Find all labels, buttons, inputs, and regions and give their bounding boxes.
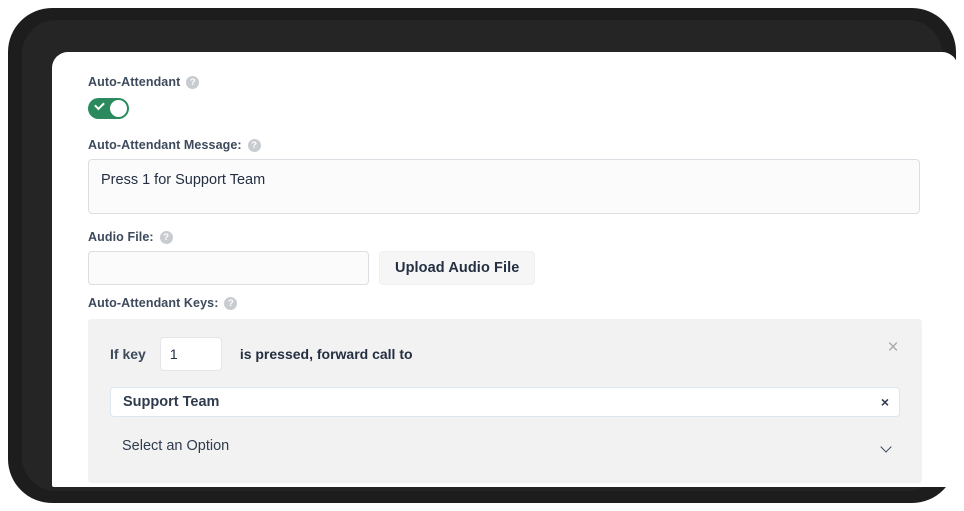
- if-key-label: If key: [110, 346, 146, 362]
- audio-file-input[interactable]: [88, 251, 369, 285]
- check-icon: [94, 99, 105, 111]
- clear-selection-icon[interactable]: ×: [881, 395, 889, 409]
- secondary-option-placeholder: Select an Option: [122, 438, 230, 454]
- forward-destination-value: Support Team: [123, 394, 220, 410]
- auto-attendant-message-label-text: Auto-Attendant Message:: [88, 138, 242, 152]
- audio-file-label: Audio File: ?: [88, 229, 926, 245]
- audio-file-row: Upload Audio File: [88, 251, 926, 285]
- help-icon[interactable]: ?: [224, 296, 238, 310]
- help-icon[interactable]: ?: [159, 230, 173, 244]
- device-bezel-inner: Auto-Attendant ? Auto-Attendant Message:…: [22, 20, 958, 491]
- settings-card: Auto-Attendant ? Auto-Attendant Message:…: [52, 52, 958, 487]
- auto-attendant-message-label: Auto-Attendant Message: ?: [88, 137, 926, 153]
- auto-attendant-toggle[interactable]: [88, 98, 129, 119]
- auto-attendant-label-text: Auto-Attendant: [88, 75, 181, 89]
- help-icon[interactable]: ?: [247, 138, 261, 152]
- auto-attendant-message-input[interactable]: [88, 159, 920, 214]
- auto-attendant-toggle-row: [88, 98, 926, 119]
- key-condition-row: If key is pressed, forward call to: [110, 337, 900, 371]
- device-bezel: Auto-Attendant ? Auto-Attendant Message:…: [8, 8, 958, 503]
- audio-file-label-text: Audio File:: [88, 230, 154, 244]
- auto-attendant-keys-label-text: Auto-Attendant Keys:: [88, 296, 219, 310]
- auto-attendant-keys-label: Auto-Attendant Keys: ?: [88, 295, 926, 311]
- auto-attendant-form: Auto-Attendant ? Auto-Attendant Message:…: [88, 74, 926, 487]
- forward-destination-select[interactable]: Support Team ×: [110, 387, 900, 417]
- auto-attendant-label: Auto-Attendant ?: [88, 74, 926, 90]
- secondary-option-select[interactable]: Select an Option: [110, 431, 900, 461]
- auto-attendant-key-panel: × If key is pressed, forward call to Sup…: [88, 319, 922, 483]
- key-digit-input[interactable]: [159, 337, 222, 371]
- help-icon[interactable]: ?: [186, 75, 200, 89]
- toggle-knob: [110, 100, 127, 117]
- upload-audio-file-button[interactable]: Upload Audio File: [379, 251, 536, 285]
- is-pressed-label: is pressed, forward call to: [239, 346, 413, 362]
- remove-key-icon[interactable]: ×: [884, 338, 902, 357]
- chevron-down-icon[interactable]: [880, 441, 892, 453]
